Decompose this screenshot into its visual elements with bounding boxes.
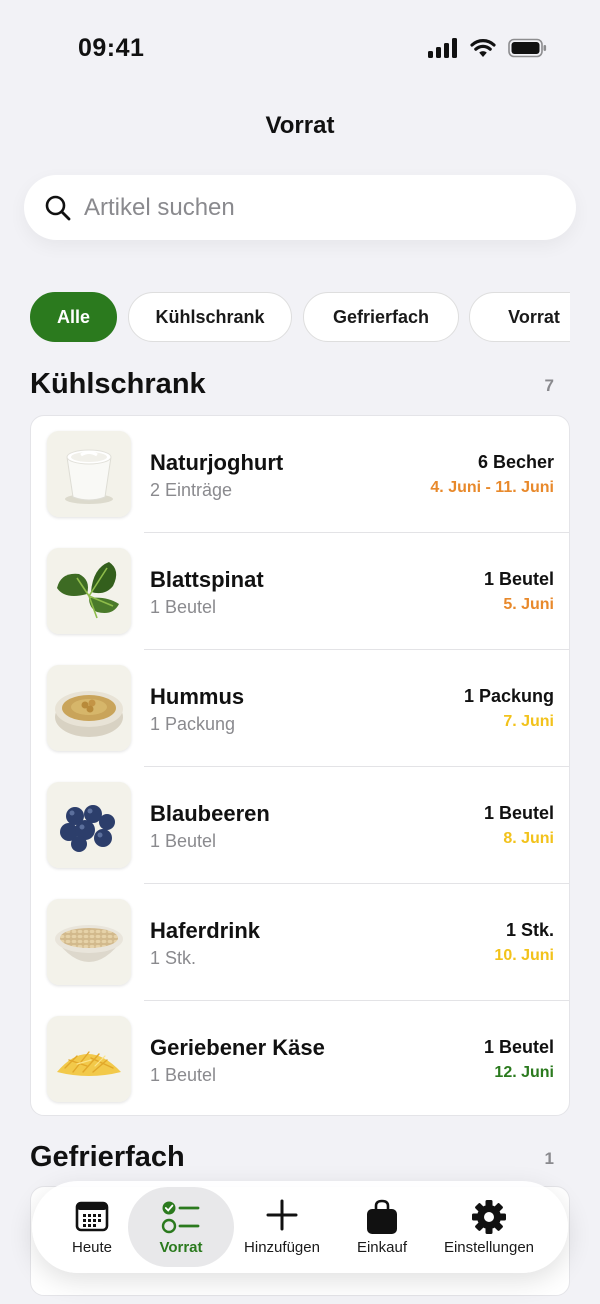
item-name: Haferdrink <box>150 918 261 943</box>
item-quantity: 1 Packung <box>463 686 554 706</box>
item-quantity: 6 Becher <box>477 452 554 472</box>
wifi-icon <box>470 39 496 57</box>
item-quantity: 1 Beutel <box>483 569 554 589</box>
filter-chip-fridge[interactable]: Kühlschrank <box>128 292 292 342</box>
search-icon <box>45 195 71 220</box>
item-expiry: 7. Juni <box>503 713 554 730</box>
page-title: Vorrat <box>265 112 335 139</box>
item-name: Hummus <box>150 684 245 709</box>
grated-cheese-image <box>47 1016 131 1102</box>
section-count-freezer: 1 <box>544 1149 554 1168</box>
item-quantity: 1 Stk. <box>505 920 554 940</box>
item-entries: 1 Beutel <box>150 1065 217 1085</box>
status-time: 09:41 <box>78 34 145 62</box>
item-expiry: 5. Juni <box>503 596 554 613</box>
section-title-freezer: Gefrierfach <box>30 1141 185 1173</box>
tab-bar: Heute Vorrat Hinzufügen Einkauf Einstell… <box>32 1181 568 1273</box>
search-input[interactable] <box>82 192 526 223</box>
item-expiry: 8. Juni <box>503 830 554 847</box>
tab-hinzufuegen[interactable]: Hinzufügen <box>230 1181 334 1273</box>
tab-label: Einkauf <box>356 1239 408 1256</box>
checklist-icon <box>161 1201 200 1234</box>
search-bar[interactable] <box>24 175 576 240</box>
battery-icon <box>508 38 547 58</box>
list-item-geriebener-kaese[interactable]: Geriebener Käse 1 Beutel 1 Beutel 12. Ju… <box>31 1001 569 1115</box>
gear-icon <box>472 1200 506 1234</box>
list-item-blattspinat[interactable]: Blattspinat 1 Beutel 1 Beutel 5. Juni <box>31 533 569 650</box>
filter-chips: Alle Kühlschrank Gefrierfach Vorrat <box>30 292 570 344</box>
item-entries: 1 Stk. <box>150 948 197 968</box>
item-expiry: 4. Juni - 11. Juni <box>430 479 554 496</box>
status-icons <box>428 38 548 58</box>
item-entries: 2 Einträge <box>150 480 233 500</box>
filter-chip-all[interactable]: Alle <box>30 292 117 342</box>
item-entries: 1 Packung <box>150 714 236 734</box>
item-name: Blattspinat <box>150 567 264 592</box>
section-title-fridge: Kühlschrank <box>30 368 206 400</box>
list-item-blaubeeren[interactable]: Blaubeeren 1 Beutel 1 Beutel 8. Juni <box>31 767 569 884</box>
filter-chip-pantry[interactable]: Vorrat <box>469 292 570 342</box>
fridge-list: Naturjoghurt 2 Einträge 6 Becher 4. Juni… <box>30 415 570 1116</box>
hummus-image <box>47 665 131 751</box>
item-name: Blaubeeren <box>150 801 270 826</box>
item-entries: 1 Beutel <box>150 597 217 617</box>
item-quantity: 1 Beutel <box>483 803 554 823</box>
tab-vorrat[interactable]: Vorrat <box>126 1181 236 1273</box>
item-quantity: 1 Beutel <box>483 1037 554 1057</box>
filter-chip-freezer[interactable]: Gefrierfach <box>303 292 459 342</box>
tab-label: Einstellungen <box>443 1239 535 1256</box>
plus-icon <box>266 1199 298 1231</box>
spinach-image <box>47 548 131 634</box>
item-name: Geriebener Käse <box>150 1035 325 1060</box>
calendar-icon <box>75 1201 109 1232</box>
shopping-bag-icon <box>367 1199 397 1234</box>
signal-icon <box>428 38 457 58</box>
item-entries: 1 Beutel <box>150 831 217 851</box>
tab-label: Vorrat <box>159 1239 203 1256</box>
tab-einstellungen[interactable]: Einstellungen <box>432 1181 546 1273</box>
list-item-naturjoghurt[interactable]: Naturjoghurt 2 Einträge 6 Becher 4. Juni… <box>31 416 569 533</box>
blueberries-image <box>47 782 131 868</box>
item-expiry: 10. Juni <box>494 947 554 964</box>
list-item-haferdrink[interactable]: Haferdrink 1 Stk. 1 Stk. 10. Juni <box>31 884 569 1001</box>
yogurt-image <box>47 431 131 517</box>
section-count-fridge: 7 <box>544 376 554 395</box>
oats-image <box>47 899 131 985</box>
list-item-hummus[interactable]: Hummus 1 Packung 1 Packung 7. Juni <box>31 650 569 767</box>
tab-einkauf[interactable]: Einkauf <box>330 1181 434 1273</box>
status-bar: 09:41 <box>0 0 600 96</box>
tab-label: Hinzufügen <box>244 1239 320 1256</box>
item-expiry: 12. Juni <box>494 1064 554 1081</box>
item-name: Naturjoghurt <box>150 450 284 475</box>
